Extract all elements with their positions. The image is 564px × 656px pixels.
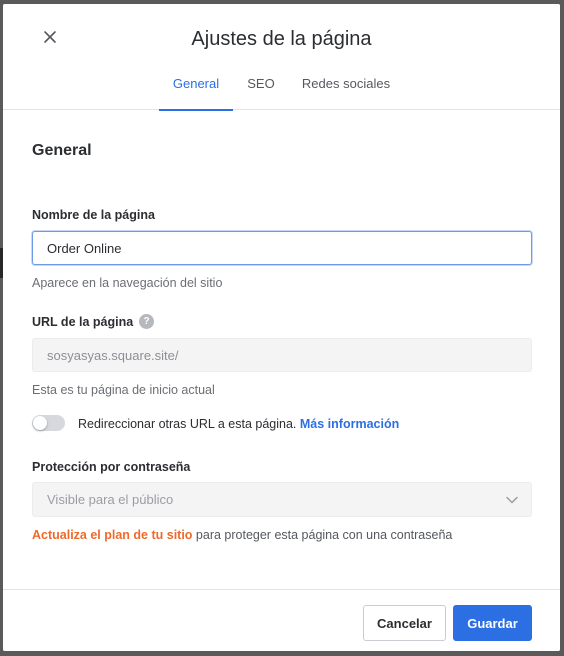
upgrade-notice: Actualiza el plan de tu sitio para prote… [32,528,452,542]
password-label: Protección por contraseña [32,460,191,474]
dialog-title: Ajustes de la página [191,28,372,50]
save-button[interactable]: Guardar [453,605,532,641]
toggle-knob [33,416,47,430]
password-select[interactable]: Visible para el público [32,482,532,517]
page-url-label: URL de la página [32,315,134,329]
redirect-text: Redireccionar otras URL a esta página. M… [78,417,399,431]
cancel-button[interactable]: Cancelar [363,605,446,641]
dialog-header: Ajustes de la página General SEO Redes s… [3,4,560,111]
more-info-link[interactable]: Más información [300,417,399,431]
chevron-down-icon [506,496,518,504]
tab-social-label: Redes sociales [301,76,391,91]
page-name-input[interactable] [32,231,532,265]
section-title: General [32,142,92,159]
upgrade-plan-link[interactable]: Actualiza el plan de tu sitio [32,528,192,542]
page-url-hint: Esta es tu página de inicio actual [32,383,215,397]
help-icon[interactable]: ? [139,314,154,329]
tab-bar: General SEO Redes sociales [3,74,560,111]
tab-social[interactable]: Redes sociales [296,74,396,110]
upgrade-text: para proteger esta página con una contra… [192,528,453,542]
page-name-label: Nombre de la página [32,208,155,222]
page-url-input [32,338,532,372]
redirect-label: Redireccionar otras URL a esta página. [78,417,297,431]
dialog-footer: Cancelar Guardar [3,589,560,651]
tab-seo-label: SEO [247,76,275,91]
tab-general-label: General [172,76,220,91]
page-name-hint: Aparece en la navegación del sitio [32,276,223,290]
tab-seo[interactable]: SEO [241,74,281,110]
password-select-value: Visible para el público [47,492,174,507]
tab-general[interactable]: General [159,74,233,111]
redirect-toggle[interactable] [32,415,65,431]
dialog-body: General Nombre de la página Aparece en l… [3,110,560,589]
page-settings-dialog: Ajustes de la página General SEO Redes s… [3,4,560,651]
